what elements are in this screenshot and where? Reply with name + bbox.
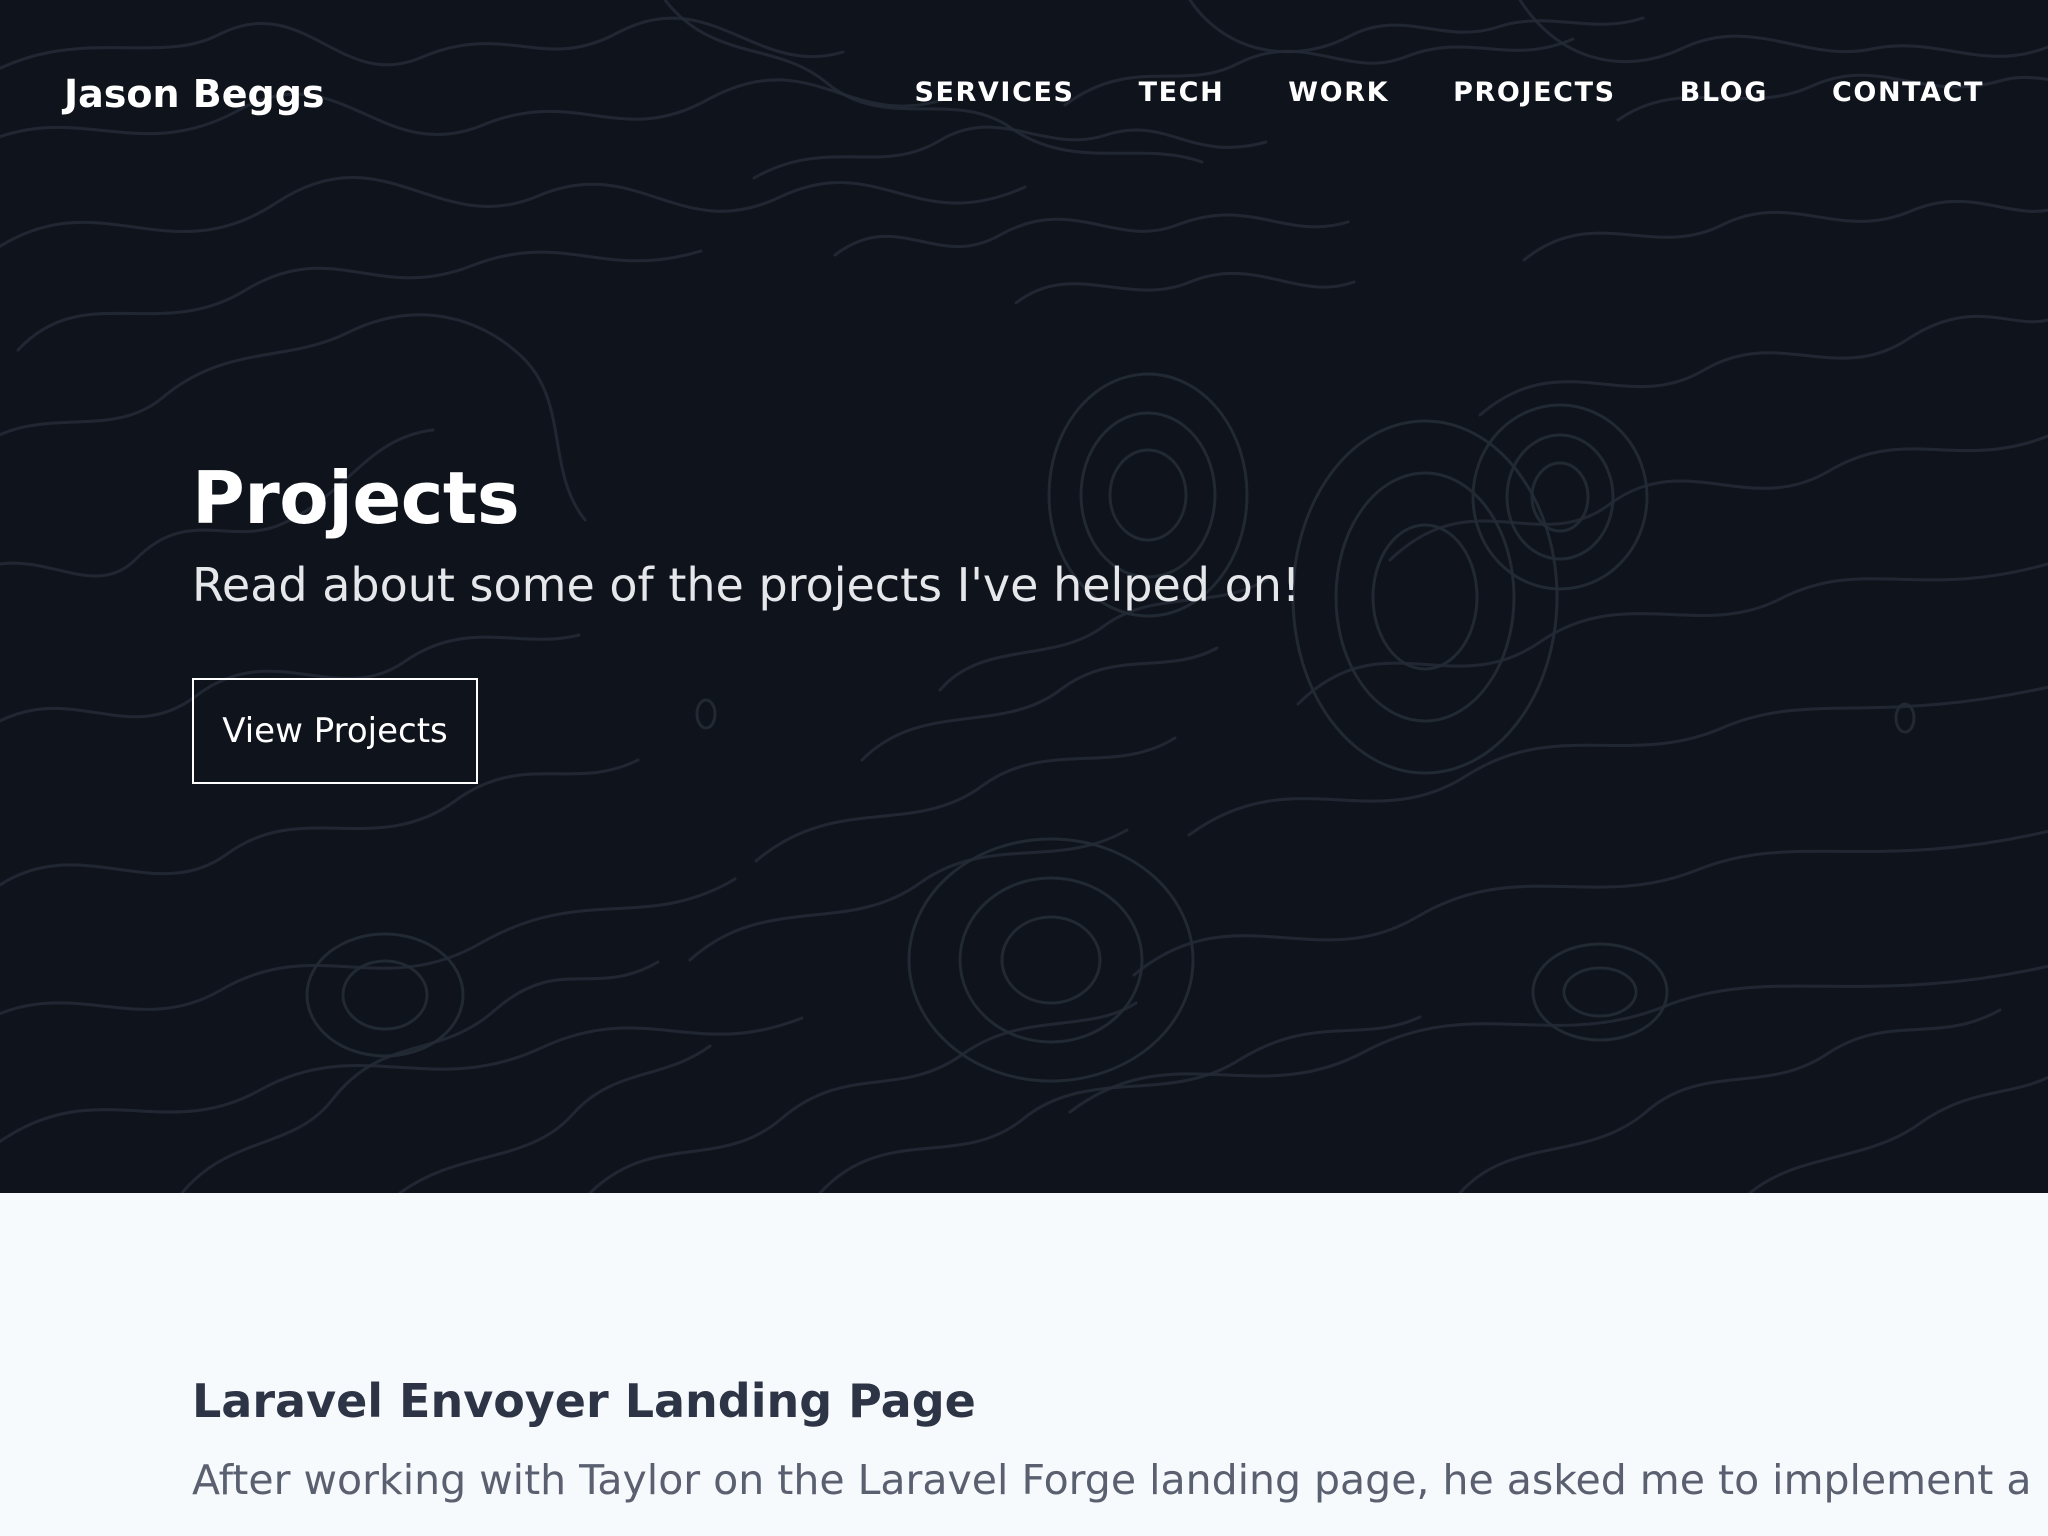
page-subtitle: Read about some of the projects I've hel… xyxy=(192,558,1301,612)
nav-link-blog[interactable]: BLOG xyxy=(1680,76,1768,110)
page-title: Projects xyxy=(192,456,520,540)
projects-hero: Jason Beggs SERVICES TECH WORK PROJECTS … xyxy=(0,0,2048,1193)
projects-page: Jason Beggs SERVICES TECH WORK PROJECTS … xyxy=(0,0,2048,1536)
hero-content: Projects Read about some of the projects… xyxy=(192,452,1542,784)
main-navigation: Jason Beggs SERVICES TECH WORK PROJECTS … xyxy=(0,0,2048,190)
view-projects-button[interactable]: View Projects xyxy=(192,678,478,784)
nav-link-projects[interactable]: PROJECTS xyxy=(1453,76,1616,110)
navigation-menu: SERVICES TECH WORK PROJECTS BLOG CONTACT xyxy=(914,76,1984,110)
site-brand[interactable]: Jason Beggs xyxy=(64,70,325,118)
project-title: Laravel Envoyer Landing Page xyxy=(192,1374,976,1428)
nav-link-services[interactable]: SERVICES xyxy=(914,76,1074,110)
nav-link-tech[interactable]: TECH xyxy=(1139,76,1225,110)
nav-link-work[interactable]: WORK xyxy=(1288,76,1389,110)
project-description: After working with Taylor on the Laravel… xyxy=(192,1456,2032,1504)
nav-link-contact[interactable]: CONTACT xyxy=(1832,76,1984,110)
projects-content: Laravel Envoyer Landing Page After worki… xyxy=(192,1372,2032,1506)
